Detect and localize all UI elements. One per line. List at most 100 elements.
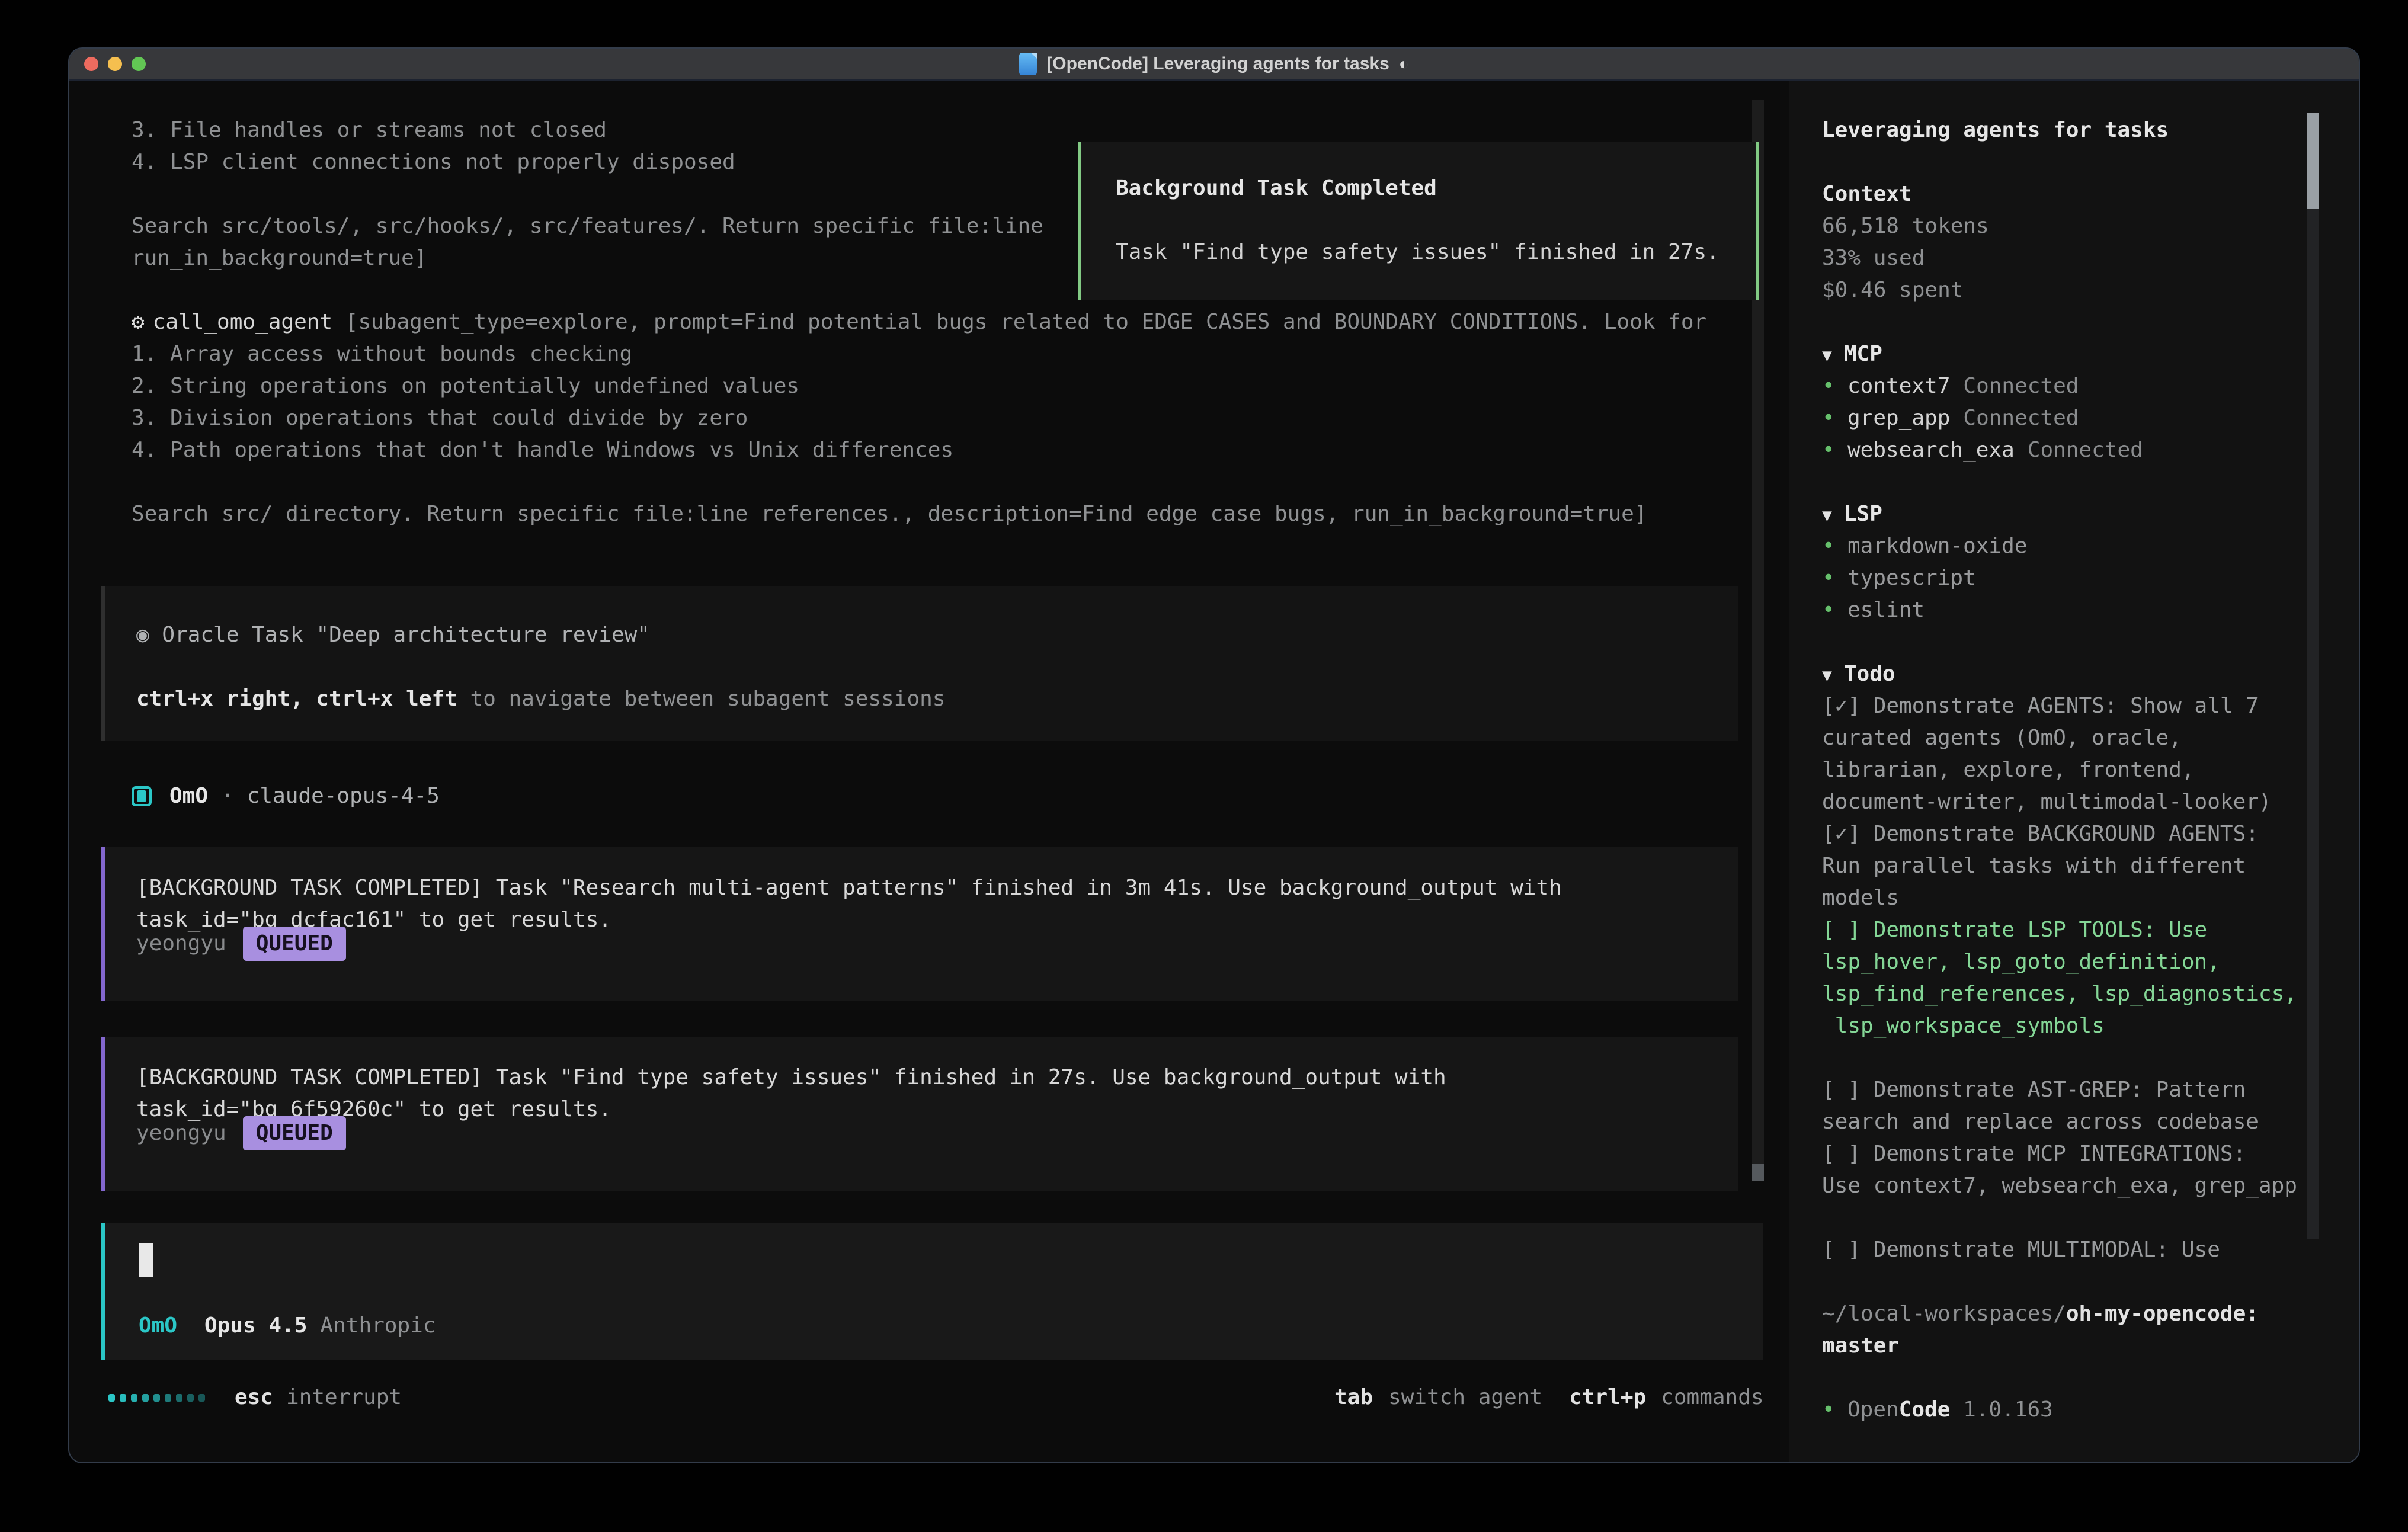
document-icon bbox=[1019, 53, 1037, 75]
todo-line: lsp_find_references, lsp_diagnostics, bbox=[1822, 978, 2320, 1010]
context-used: 33% used bbox=[1822, 242, 2320, 274]
status-badge: QUEUED bbox=[243, 927, 346, 961]
log-line: 2. String operations on potentially unde… bbox=[132, 370, 1767, 402]
mcp-item: •grep_appConnected bbox=[1822, 402, 2320, 434]
chevron-down-icon: ▼ bbox=[1822, 345, 1832, 365]
notification-body: Task "Find type safety issues" finished … bbox=[1116, 236, 1756, 268]
agent-name: OmO bbox=[169, 780, 208, 812]
todo-line: lsp_workspace_symbols bbox=[1822, 1010, 2320, 1042]
todo-line bbox=[1822, 1202, 2320, 1234]
record-icon: ◉ bbox=[136, 623, 149, 647]
tool-call-name: call_omo_agent bbox=[153, 310, 332, 334]
todo-line: librarian, explore, frontend, bbox=[1822, 754, 2320, 786]
chevron-down-icon: ▼ bbox=[1822, 505, 1832, 525]
status-left: esc interrupt bbox=[108, 1382, 402, 1414]
oracle-task-box[interactable]: ◉ Oracle Task "Deep architecture review"… bbox=[101, 586, 1738, 741]
todo-line: Use context7, websearch_exa, grep_app bbox=[1822, 1170, 2320, 1202]
zoom-button[interactable] bbox=[132, 57, 146, 71]
context-heading: Context bbox=[1822, 178, 2320, 210]
todo-line: [✓] Demonstrate AGENTS: Show all 7 bbox=[1822, 690, 2320, 722]
main-scrollbar-thumb[interactable] bbox=[1752, 1164, 1764, 1181]
log-line: Search src/ directory. Return specific f… bbox=[132, 498, 1767, 530]
close-button[interactable] bbox=[84, 57, 98, 71]
status-bullet-icon: • bbox=[1822, 530, 1847, 562]
spinner-dots-icon bbox=[108, 1394, 205, 1402]
todo-line: [ ] Demonstrate MULTIMODAL: Use bbox=[1822, 1234, 2320, 1266]
sidebar-content: Leveraging agents for tasks Context 66,5… bbox=[1822, 114, 2320, 1426]
prompt-input[interactable]: OmO Opus 4.5 Anthropic bbox=[101, 1223, 1763, 1360]
window-title: [OpenCode] Leveraging agents for tasks ◐ bbox=[1019, 49, 1408, 79]
status-bullet-icon: • bbox=[1822, 370, 1847, 402]
todo-section-header[interactable]: ▼Todo bbox=[1822, 658, 2320, 690]
context-tokens: 66,518 tokens bbox=[1822, 210, 2320, 242]
log-line bbox=[132, 466, 1767, 498]
ctrlp-key-hint: ctrl+p bbox=[1569, 1382, 1646, 1414]
todo-line: [✓] Demonstrate BACKGROUND AGENTS: bbox=[1822, 818, 2320, 850]
session-title: Leveraging agents for tasks bbox=[1822, 114, 2320, 146]
todo-line: Run parallel tasks with different bbox=[1822, 850, 2320, 882]
tab-key-label: switch agent bbox=[1388, 1382, 1542, 1414]
tab-key-hint: tab bbox=[1334, 1382, 1373, 1414]
todo-line: [ ] Demonstrate MCP INTEGRATIONS: bbox=[1822, 1138, 2320, 1170]
ctrlp-key-label: commands bbox=[1661, 1382, 1763, 1414]
notification-title: Background Task Completed bbox=[1116, 172, 1756, 204]
esc-key-label: interrupt bbox=[286, 1382, 402, 1414]
lsp-section-header[interactable]: ▼LSP bbox=[1822, 498, 2320, 530]
tool-call-line: ⚙ call_omo_agent [subagent_type=explore, … bbox=[132, 306, 1767, 338]
todo-line bbox=[1822, 1042, 2320, 1074]
log-block-bottom: 1. Array access without bounds checking2… bbox=[132, 338, 1767, 530]
half-moon-icon: ◐ bbox=[1399, 49, 1409, 79]
lsp-item: •typescript bbox=[1822, 562, 2320, 594]
log-line: 1. Array access without bounds checking bbox=[132, 338, 1767, 370]
agent-header: OmO · claude-opus-4-5 bbox=[132, 780, 440, 812]
oracle-task-title: ◉ Oracle Task "Deep architecture review" bbox=[136, 619, 650, 651]
todo-line: models bbox=[1822, 882, 2320, 914]
agent-avatar-icon bbox=[132, 786, 152, 806]
workspace-branch: master bbox=[1822, 1330, 2320, 1362]
todo-line: [ ] Demonstrate AST-GREP: Pattern bbox=[1822, 1074, 2320, 1106]
agent-model: claude-opus-4-5 bbox=[247, 780, 440, 812]
active-agent: OmO bbox=[139, 1310, 177, 1342]
task-user: yeongyu bbox=[136, 928, 226, 960]
mcp-item: •websearch_exaConnected bbox=[1822, 434, 2320, 466]
mcp-section-header[interactable]: ▼MCP bbox=[1822, 338, 2320, 370]
todo-line: document-writer, multimodal-looker) bbox=[1822, 786, 2320, 818]
workspace-path: ~/local-workspaces/oh-my-opencode: bbox=[1822, 1298, 2320, 1330]
lsp-item: •markdown-oxide bbox=[1822, 530, 2320, 562]
background-task-card[interactable]: [BACKGROUND TASK COMPLETED] Task "Resear… bbox=[101, 847, 1738, 1001]
content-area: 3. File handles or streams not closed4. … bbox=[69, 81, 2359, 1462]
minimize-button[interactable] bbox=[108, 57, 122, 71]
app-window: [OpenCode] Leveraging agents for tasks ◐… bbox=[68, 47, 2360, 1463]
status-bullet-icon: • bbox=[1822, 1394, 1847, 1426]
background-task-card[interactable]: [BACKGROUND TASK COMPLETED] Task "Find t… bbox=[101, 1037, 1738, 1191]
gear-icon: ⚙ bbox=[132, 310, 145, 334]
task-message-line1: [BACKGROUND TASK COMPLETED] Task "Find t… bbox=[136, 1062, 1446, 1094]
lsp-item: •eslint bbox=[1822, 594, 2320, 626]
task-meta: yeongyu QUEUED bbox=[136, 1116, 346, 1150]
log-line: 4. Path operations that don't handle Win… bbox=[132, 434, 1767, 466]
context-spent: $0.46 spent bbox=[1822, 274, 2320, 306]
task-user: yeongyu bbox=[136, 1117, 226, 1149]
active-model: Opus 4.5 bbox=[204, 1310, 307, 1342]
model-row: OmO Opus 4.5 Anthropic bbox=[139, 1310, 436, 1342]
status-bullet-icon: • bbox=[1822, 434, 1847, 466]
screenshot-stage: [OpenCode] Leveraging agents for tasks ◐… bbox=[0, 0, 2408, 1532]
toast-notification[interactable]: Background Task Completed Task "Find typ… bbox=[1078, 142, 1759, 300]
separator-dot: · bbox=[221, 780, 234, 812]
text-cursor bbox=[139, 1243, 153, 1277]
sidebar-scrollbar-track[interactable] bbox=[2307, 209, 2319, 1239]
oracle-task-hint: ctrl+x right, ctrl+x left to navigate be… bbox=[136, 683, 945, 715]
traffic-lights bbox=[84, 49, 146, 79]
task-meta: yeongyu QUEUED bbox=[136, 927, 346, 961]
tool-call-args: [subagent_type=explore, prompt=Find pote… bbox=[332, 310, 1706, 334]
log-line: 3. Division operations that could divide… bbox=[132, 402, 1767, 434]
todo-line: lsp_hover, lsp_goto_definition, bbox=[1822, 946, 2320, 978]
keyboard-shortcut: ctrl+x right, ctrl+x left bbox=[136, 687, 457, 711]
lsp-list: •markdown-oxide•typescript•eslint bbox=[1822, 530, 2320, 626]
sidebar-scrollbar-thumb[interactable] bbox=[2307, 113, 2319, 209]
status-bar: esc interrupt tab switch agent ctrl+p co… bbox=[69, 1382, 1788, 1414]
status-bullet-icon: • bbox=[1822, 594, 1847, 626]
todo-line: [ ] Demonstrate LSP TOOLS: Use bbox=[1822, 914, 2320, 946]
titlebar: [OpenCode] Leveraging agents for tasks ◐ bbox=[69, 49, 2359, 81]
status-bullet-icon: • bbox=[1822, 402, 1847, 434]
